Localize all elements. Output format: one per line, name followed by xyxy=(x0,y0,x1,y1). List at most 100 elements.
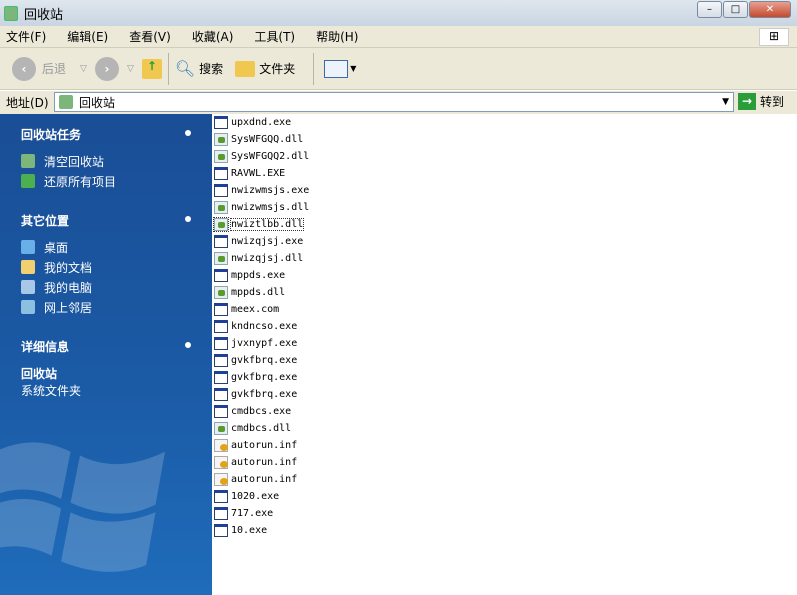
application-icon xyxy=(214,303,228,316)
search-label: 搜索 xyxy=(199,62,224,76)
computer-icon xyxy=(21,280,35,294)
file-name: autorun.inf xyxy=(231,474,298,485)
file-name: nwizwmsjs.dll xyxy=(231,202,310,213)
dll-file-icon xyxy=(214,286,228,299)
details-name: 回收站 xyxy=(21,367,58,381)
file-name: SysWFGQQ2.dll xyxy=(231,151,310,162)
menu-favorites[interactable]: 收藏(A) xyxy=(192,28,234,45)
restore-all-link[interactable]: 还原所有项目 xyxy=(21,173,191,189)
file-item[interactable]: nwizqjsj.dll xyxy=(212,250,797,267)
file-name: mppds.exe xyxy=(231,270,286,281)
file-item[interactable]: nwizwmsjs.dll xyxy=(212,199,797,216)
file-item[interactable]: autorun.inf xyxy=(212,454,797,471)
file-item[interactable]: 717.exe xyxy=(212,505,797,522)
menu-tools[interactable]: 工具(T) xyxy=(254,28,295,45)
file-name: nwizqjsj.dll xyxy=(231,253,304,264)
file-item[interactable]: meex.com xyxy=(212,301,797,318)
application-icon xyxy=(214,388,228,401)
file-item[interactable]: nwiztlbb.dll xyxy=(212,216,797,233)
go-label: 转到 xyxy=(760,95,785,109)
inf-file-icon xyxy=(214,456,228,469)
minimize-button[interactable]: – xyxy=(697,1,722,18)
file-item[interactable]: gvkfbrq.exe xyxy=(212,352,797,369)
application-icon xyxy=(214,184,228,197)
file-item[interactable]: cmdbcs.dll xyxy=(212,420,797,437)
file-list: upxdnd.exe SysWFGQQ.dll SysWFGQQ2.dll RAVWL… xyxy=(212,114,797,595)
section-title: 详细信息 xyxy=(21,340,70,354)
dll-file-icon xyxy=(214,422,228,435)
my-computer-link[interactable]: 我的电脑 xyxy=(21,279,191,295)
back-button[interactable]: 后退 xyxy=(42,60,66,77)
views-button[interactable] xyxy=(324,59,349,78)
file-name: autorun.inf xyxy=(231,440,298,451)
forward-dropdown-icon[interactable]: ▽ xyxy=(127,64,134,74)
file-item[interactable]: SysWFGQQ.dll xyxy=(212,131,797,148)
file-name: kndncso.exe xyxy=(231,321,298,332)
back-arrow-icon[interactable]: ‹ xyxy=(12,56,36,81)
address-value: 回收站 xyxy=(79,95,116,110)
file-item[interactable]: jvxnypf.exe xyxy=(212,335,797,352)
menu-edit[interactable]: 编辑(E) xyxy=(67,28,108,45)
views-dropdown-icon[interactable]: ▼ xyxy=(350,64,356,73)
empty-recycle-bin-link[interactable]: 清空回收站 xyxy=(21,153,191,169)
address-dropdown-icon[interactable]: ▼ xyxy=(722,97,729,107)
file-item[interactable]: 10.exe xyxy=(212,522,797,539)
link-label: 还原所有项目 xyxy=(44,174,117,189)
collapse-button[interactable] xyxy=(185,216,191,222)
go-button[interactable]: → 转到 xyxy=(738,93,784,110)
file-name: 1020.exe xyxy=(231,491,280,502)
application-icon xyxy=(214,371,228,384)
file-item[interactable]: SysWFGQQ2.dll xyxy=(212,148,797,165)
forward-button[interactable]: › xyxy=(94,56,119,81)
file-name: gvkfbrq.exe xyxy=(231,389,298,400)
details-type: 系统文件夹 xyxy=(21,384,82,398)
address-label: 地址(D) xyxy=(6,96,49,110)
file-item[interactable]: mppds.exe xyxy=(212,267,797,284)
my-documents-link[interactable]: 我的文档 xyxy=(21,259,191,275)
address-input[interactable]: 回收站 ▼ xyxy=(54,92,734,112)
dll-file-icon xyxy=(214,150,228,163)
close-button[interactable]: ✕ xyxy=(749,1,791,18)
file-item[interactable]: RAVWL.EXE xyxy=(212,165,797,182)
maximize-button[interactable]: □ xyxy=(723,1,748,18)
file-item[interactable]: kndncso.exe xyxy=(212,318,797,335)
collapse-button[interactable] xyxy=(185,342,191,348)
folders-button[interactable]: 文件夹 xyxy=(235,60,295,77)
other-places-section: 其它位置 桌面 我的文档 我的电脑 网上邻居 xyxy=(21,212,191,315)
back-dropdown-icon[interactable]: ▽ xyxy=(80,64,87,74)
file-item[interactable]: nwizwmsjs.exe xyxy=(212,182,797,199)
separator xyxy=(167,52,169,85)
collapse-button[interactable] xyxy=(185,130,191,136)
up-folder-button[interactable]: ↑ xyxy=(141,58,162,79)
window-title: 回收站 xyxy=(24,7,64,23)
dll-file-icon xyxy=(214,252,228,265)
windows-watermark-icon xyxy=(0,442,165,572)
go-arrow-icon: → xyxy=(738,93,756,110)
file-item[interactable]: gvkfbrq.exe xyxy=(212,369,797,386)
file-item[interactable]: cmdbcs.exe xyxy=(212,403,797,420)
inf-file-icon xyxy=(214,473,228,486)
file-name: nwiztlbb.dll xyxy=(229,218,305,231)
restore-icon xyxy=(21,174,35,188)
recycle-bin-icon xyxy=(59,95,73,109)
menu-view[interactable]: 查看(V) xyxy=(129,28,171,45)
search-button[interactable]: 🔍︎ 搜索 xyxy=(175,59,223,78)
inf-file-icon xyxy=(214,439,228,452)
file-name: cmdbcs.exe xyxy=(231,406,292,417)
file-name: mppds.dll xyxy=(231,287,286,298)
menu-help[interactable]: 帮助(H) xyxy=(316,28,358,45)
file-item[interactable]: mppds.dll xyxy=(212,284,797,301)
file-item[interactable]: upxdnd.exe xyxy=(212,114,797,131)
file-item[interactable]: autorun.inf xyxy=(212,437,797,454)
file-item[interactable]: 1020.exe xyxy=(212,488,797,505)
file-name: cmdbcs.dll xyxy=(231,423,292,434)
file-item[interactable]: autorun.inf xyxy=(212,471,797,488)
menu-bar: 文件(F) 编辑(E) 查看(V) 收藏(A) 工具(T) 帮助(H) ⊞ xyxy=(0,26,797,48)
desktop-link[interactable]: 桌面 xyxy=(21,239,191,255)
menu-file[interactable]: 文件(F) xyxy=(6,28,46,45)
file-name: autorun.inf xyxy=(231,457,298,468)
network-places-link[interactable]: 网上邻居 xyxy=(21,299,191,315)
title-bar: 回收站 – □ ✕ xyxy=(0,0,797,26)
file-item[interactable]: nwizqjsj.exe xyxy=(212,233,797,250)
file-item[interactable]: gvkfbrq.exe xyxy=(212,386,797,403)
